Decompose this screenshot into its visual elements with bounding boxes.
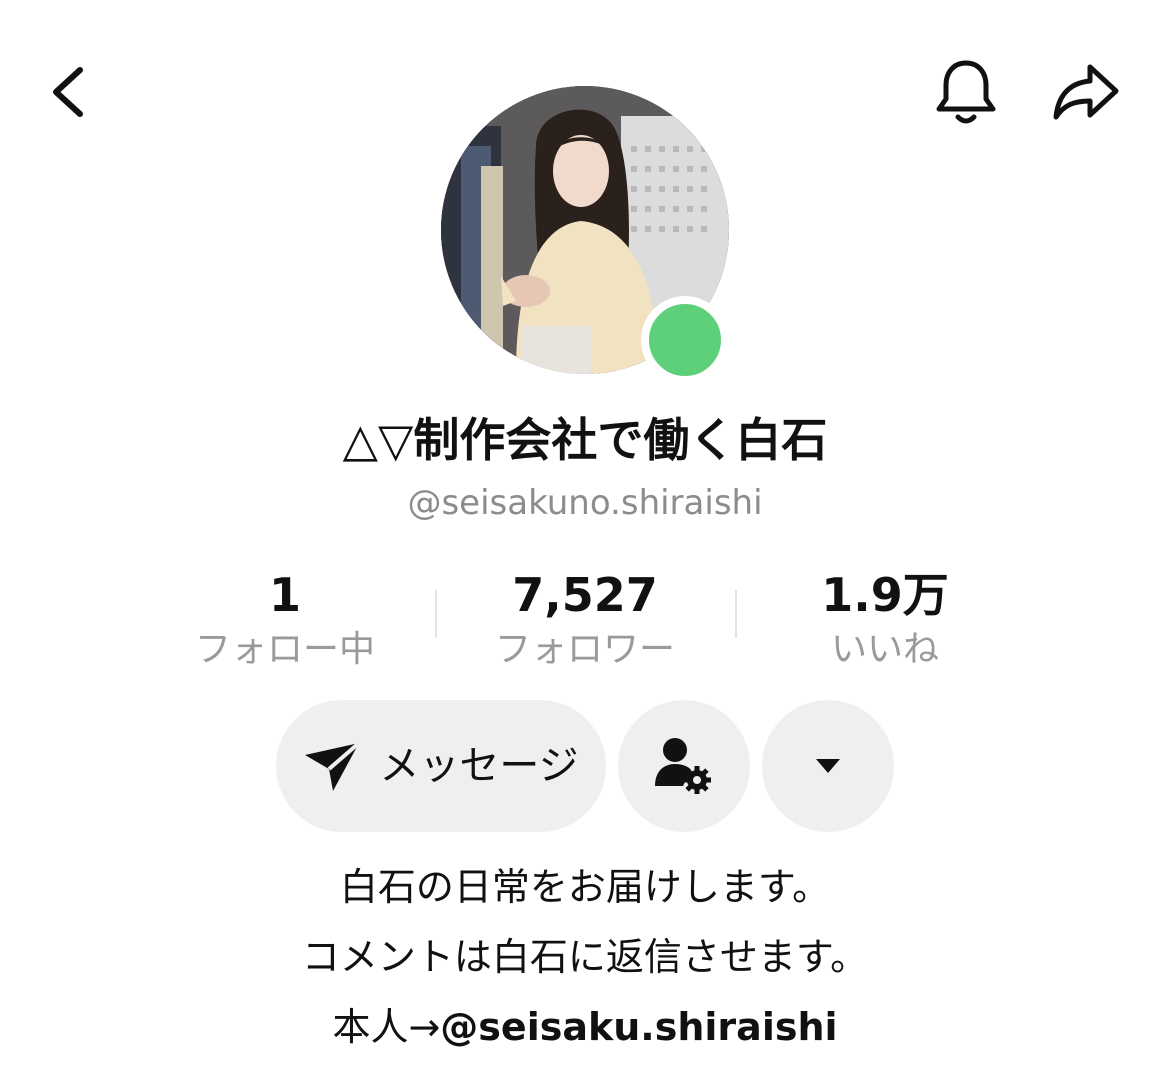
more-options-button[interactable] [762, 700, 894, 832]
bio-line-1: 白石の日常をお届けします。 [339, 865, 831, 909]
bio-owner-prefix: 本人→ [332, 1005, 441, 1049]
profile-avatar[interactable] [441, 86, 729, 384]
stat-followers-count: 7,527 [512, 568, 658, 622]
profile-bio: 白石の日常をお届けします。 コメントは白石に返信させます。 本人→@seisak… [0, 852, 1170, 1062]
profile-stats: 1 フォロー中 7,527 フォロワー 1.9万 いいね [0, 565, 1170, 675]
stat-followers-label: フォロワー [494, 629, 675, 670]
share-button[interactable] [1042, 52, 1130, 132]
user-settings-icon [655, 738, 711, 794]
caret-down-icon [816, 759, 840, 773]
online-status-indicator [641, 296, 729, 384]
stat-likes[interactable]: 1.9万 いいね [780, 565, 990, 673]
stat-following-label: フォロー中 [194, 629, 375, 670]
profile-actions: メッセージ [0, 700, 1170, 832]
stat-divider [435, 590, 437, 638]
display-name: △▽制作会社で働く白石 [342, 413, 828, 467]
stat-following-count: 1 [268, 568, 301, 622]
bio-line-3: 本人→@seisaku.shiraishi [0, 992, 1170, 1062]
stat-likes-label: いいね [830, 629, 939, 670]
notification-bell-button[interactable] [925, 52, 1007, 132]
message-button[interactable]: メッセージ [276, 700, 606, 832]
back-button[interactable] [30, 52, 106, 132]
stat-following[interactable]: 1 フォロー中 [175, 565, 395, 673]
user-settings-button[interactable] [618, 700, 750, 832]
stat-followers[interactable]: 7,527 フォロワー [470, 565, 700, 673]
send-icon [305, 741, 361, 791]
bio-line-2: コメントは白石に返信させます。 [301, 935, 869, 979]
bell-icon [936, 60, 996, 124]
username-handle: @seisakuno.shiraishi [407, 483, 763, 523]
message-button-label: メッセージ [379, 743, 579, 789]
stat-likes-count: 1.9万 [821, 568, 949, 622]
share-arrow-icon [1053, 64, 1119, 120]
bio-owner-handle-link[interactable]: @seisaku.shiraishi [440, 1005, 837, 1049]
stat-divider [735, 590, 737, 638]
chevron-left-icon [53, 67, 83, 117]
